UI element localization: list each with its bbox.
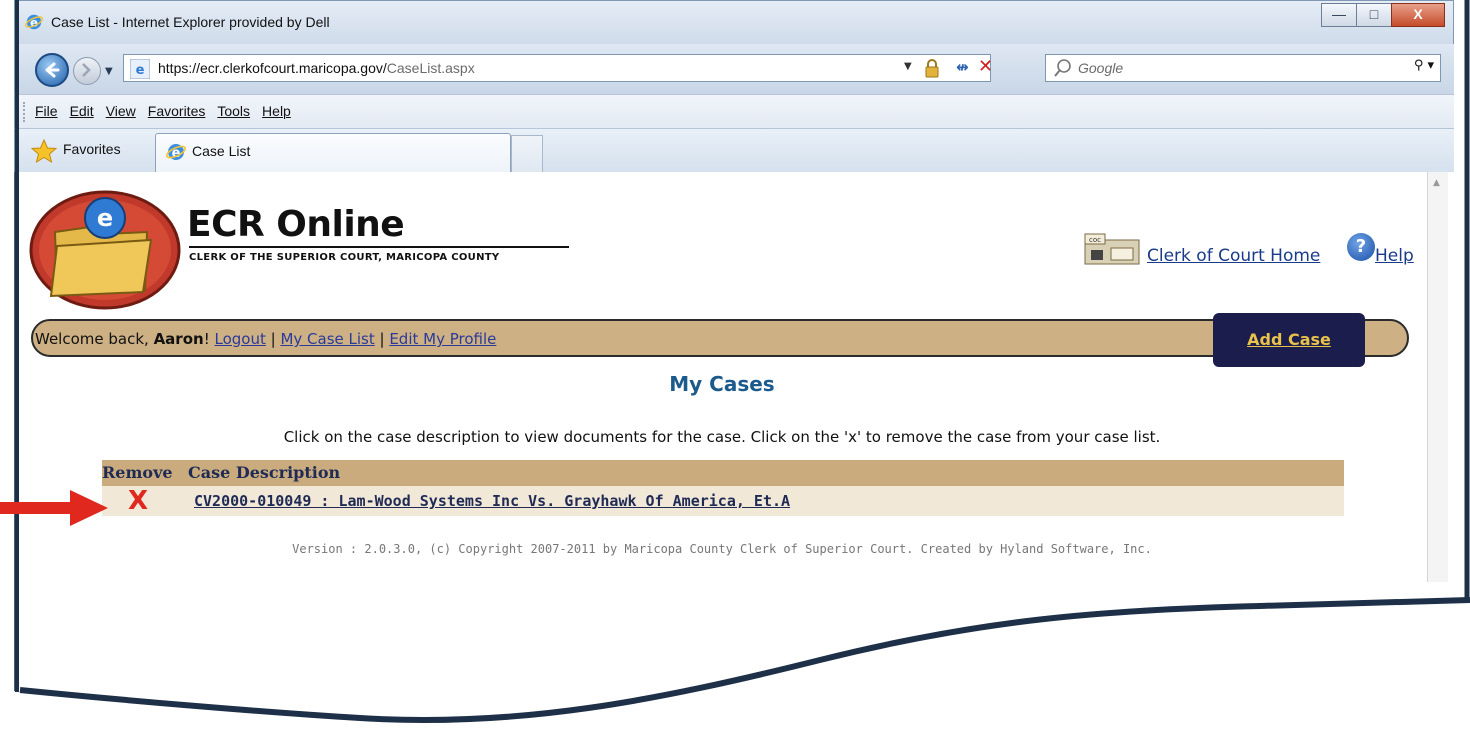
page-content: ▲ e ECR Online CLERK OF THE SUPERIOR COU…	[14, 172, 1454, 745]
tab-ie-icon: e	[166, 144, 186, 161]
menu-grip	[23, 102, 27, 122]
menu-help[interactable]: Help	[262, 103, 291, 119]
window-title: Case List - Internet Explorer provided b…	[51, 14, 330, 30]
maximize-button[interactable]: □	[1356, 3, 1392, 27]
url-host: https://ecr.clerkofcourt.maricopa.gov/	[158, 60, 387, 76]
search-box[interactable]: Google ⚲ ▾	[1045, 54, 1441, 82]
clerk-of-court-icon[interactable]: coc	[1083, 232, 1141, 266]
address-toolbar: ▼ e https://ecr.clerkofcourt.maricopa.go…	[14, 44, 1454, 94]
forward-arrow-icon	[82, 63, 91, 77]
stop-icon[interactable]: ✕	[978, 56, 993, 77]
refresh-icon[interactable]: ↮	[956, 58, 969, 76]
app-title: ECR Online	[187, 204, 405, 245]
nav-separator: |	[265, 330, 281, 348]
welcome-suffix: !	[203, 330, 215, 348]
address-dropdown-icon[interactable]: ▼	[904, 61, 912, 72]
case-table-header: Remove Case Description	[102, 460, 1344, 486]
minimize-button[interactable]: —	[1321, 3, 1357, 27]
welcome-text: Welcome back, Aaron! Logout | My Case Li…	[35, 330, 496, 348]
nav-separator: |	[374, 330, 390, 348]
forward-button[interactable]	[73, 57, 101, 85]
url-path: CaseList.aspx	[386, 60, 475, 76]
page-ie-icon: e	[130, 59, 150, 79]
scroll-up-icon[interactable]: ▲	[1433, 178, 1440, 188]
back-button[interactable]	[35, 53, 69, 87]
page-title: My Cases	[669, 372, 775, 396]
close-icon: X	[1413, 6, 1423, 22]
edit-my-profile-link[interactable]: Edit My Profile	[389, 330, 496, 348]
recent-pages-dropdown-icon[interactable]: ▼	[105, 66, 113, 77]
ecr-logo-icon: e	[29, 190, 181, 310]
instructions-text: Click on the case description to view do…	[283, 428, 1161, 446]
my-case-list-link[interactable]: My Case List	[280, 330, 374, 348]
tab-label: Case List	[192, 143, 251, 159]
search-icon	[1054, 59, 1071, 77]
favorites-star-icon[interactable]	[31, 139, 57, 163]
svg-text:e: e	[97, 204, 113, 232]
back-arrow-icon	[45, 62, 60, 78]
title-divider	[189, 246, 569, 248]
vertical-scrollbar[interactable]: ▲	[1427, 172, 1448, 582]
welcome-bar: Welcome back, Aaron! Logout | My Case Li…	[31, 319, 1409, 357]
user-name: Aaron	[153, 330, 204, 348]
version-footer: Version : 2.0.3.0, (c) Copyright 2007-20…	[292, 542, 1152, 556]
column-header-remove: Remove	[102, 463, 173, 482]
clerk-of-court-home-link[interactable]: Clerk of Court Home	[1147, 246, 1320, 266]
search-go-icon[interactable]: ⚲ ▾	[1414, 58, 1434, 73]
tab-case-list[interactable]: e Case List	[155, 133, 511, 173]
menu-favorites[interactable]: Favorites	[148, 103, 206, 119]
column-header-description: Case Description	[188, 463, 341, 482]
address-bar[interactable]: e https://ecr.clerkofcourt.maricopa.gov/…	[123, 54, 993, 82]
logout-link[interactable]: Logout	[214, 330, 265, 348]
add-case-button[interactable]: Add Case	[1213, 313, 1365, 367]
title-bar: e Case List - Internet Explorer provided…	[14, 0, 1454, 44]
welcome-prefix: Welcome back,	[35, 330, 154, 348]
menu-edit[interactable]: Edit	[70, 103, 94, 119]
menu-view[interactable]: View	[106, 103, 136, 119]
ie-logo-icon: e	[25, 14, 43, 30]
svg-text:e: e	[136, 63, 145, 78]
favorites-button[interactable]: Favorites	[63, 141, 121, 157]
svg-text:coc: coc	[1089, 236, 1101, 244]
menu-file[interactable]: File	[35, 103, 58, 119]
menu-bar: File Edit View Favorites Tools Help	[14, 94, 1454, 128]
red-callout-arrow-icon	[0, 490, 108, 526]
maximize-icon: □	[1369, 6, 1379, 22]
table-row: X CV2000-010049 : Lam-Wood Systems Inc V…	[102, 486, 1344, 516]
case-description-link[interactable]: CV2000-010049 : Lam-Wood Systems Inc Vs.…	[194, 492, 790, 510]
help-icon[interactable]: ?	[1347, 233, 1375, 261]
menu-tools[interactable]: Tools	[217, 103, 250, 119]
close-button[interactable]: X	[1391, 3, 1445, 27]
minimize-icon: —	[1332, 6, 1346, 22]
remove-case-icon[interactable]: X	[128, 487, 148, 515]
url-text: https://ecr.clerkofcourt.maricopa.gov/Ca…	[158, 60, 475, 76]
new-tab-button[interactable]	[511, 135, 543, 173]
help-link[interactable]: Help	[1375, 246, 1414, 266]
search-placeholder: Google	[1078, 60, 1124, 76]
lock-icon[interactable]	[924, 58, 940, 78]
app-subtitle: CLERK OF THE SUPERIOR COURT, MARICOPA CO…	[189, 252, 500, 263]
browser-window: e Case List - Internet Explorer provided…	[14, 0, 1470, 745]
add-case-label: Add Case	[1247, 330, 1331, 349]
favorites-bar: Favorites e Case List	[14, 128, 1454, 173]
